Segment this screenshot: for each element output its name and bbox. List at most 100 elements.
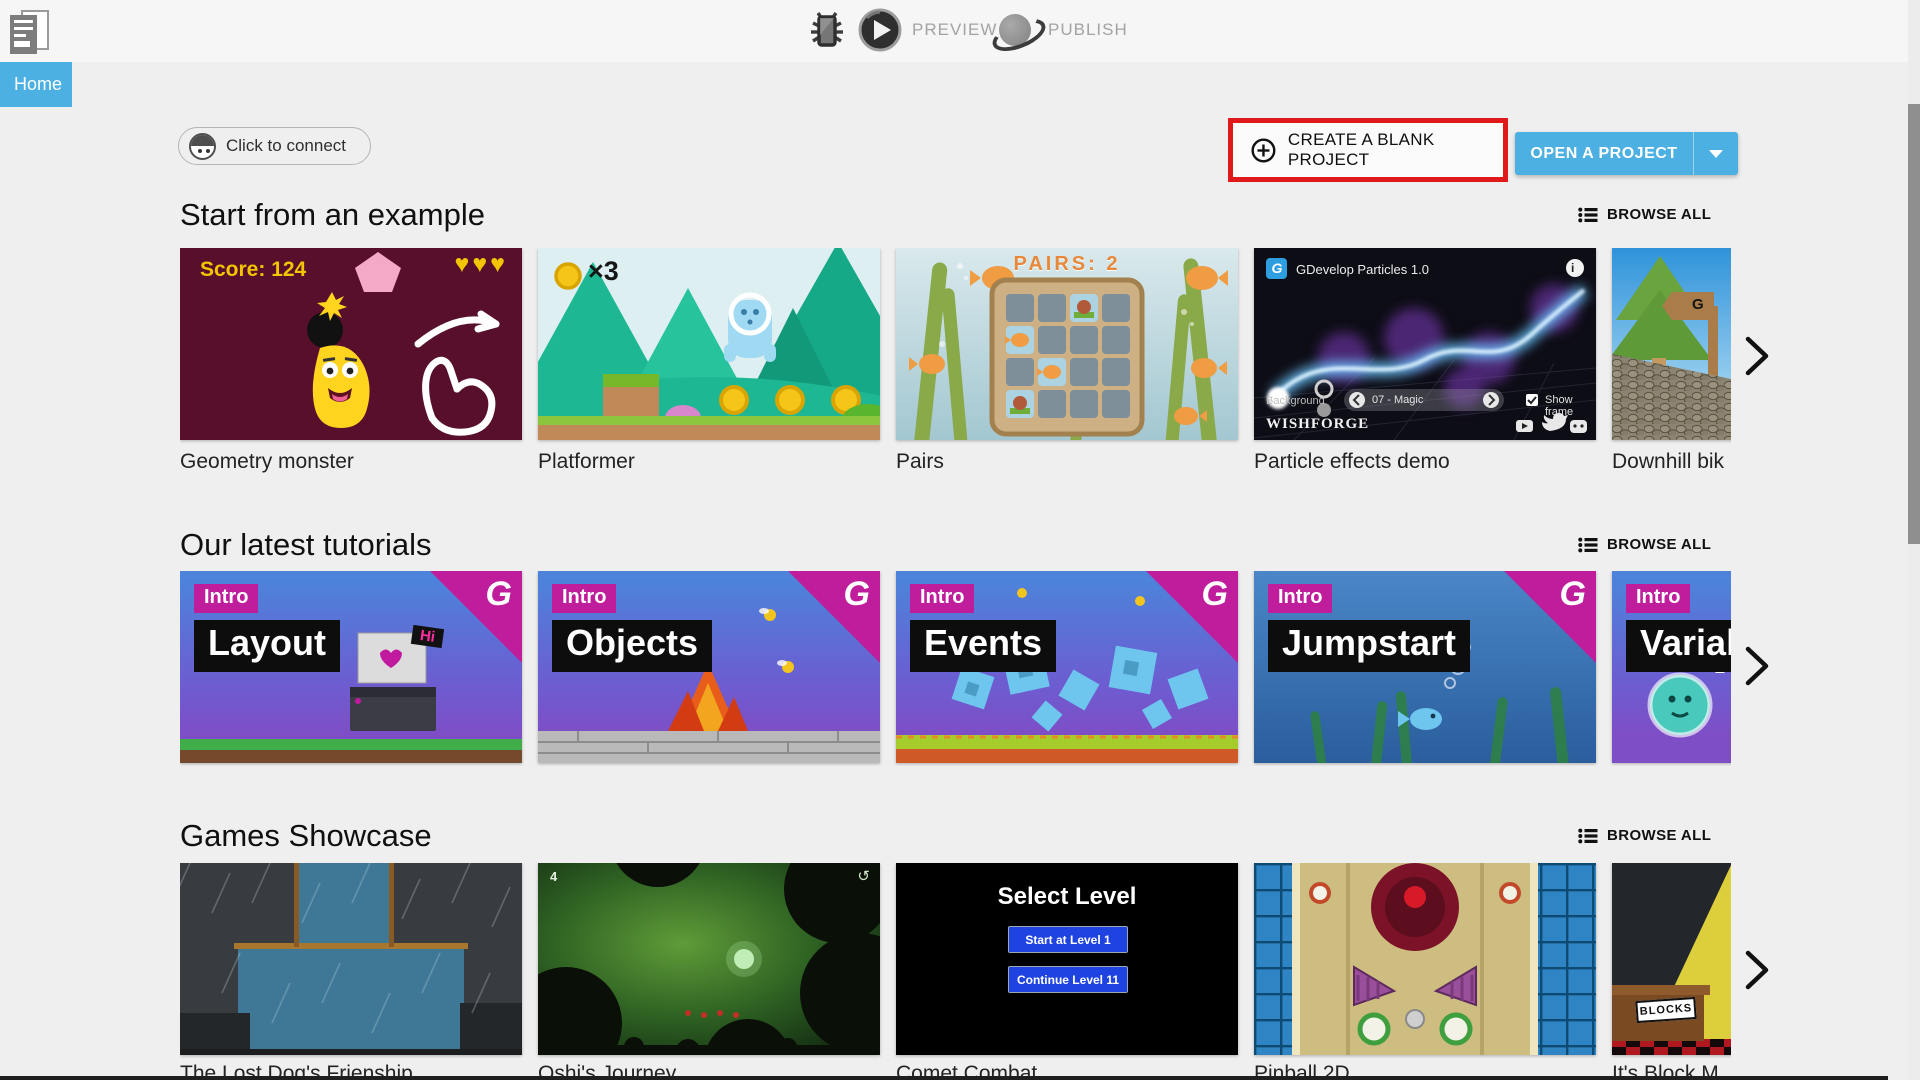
showcase-card-blocks[interactable]: BLOCKS — [1612, 863, 1731, 1055]
wishforge-brand: WISHFORGE — [1266, 416, 1370, 432]
debugger-button[interactable] — [806, 10, 848, 57]
start-level-button: Start at Level 1 — [1008, 926, 1128, 953]
score-text: Score: 124 — [200, 258, 307, 281]
gdevelop-logo: G — [485, 575, 512, 613]
browse-all-showcase[interactable]: BROWSE ALL — [1578, 827, 1711, 844]
play-icon — [858, 8, 902, 52]
list-icon — [1578, 537, 1598, 552]
coin-counter-text: ×3 — [588, 256, 619, 286]
showcase-card-oshi[interactable]: 4 ↺ — [538, 863, 880, 1055]
oshi-counter: 4 — [550, 869, 558, 884]
preview-button[interactable]: PREVIEW — [858, 8, 997, 52]
tutorial-card-jumpstart[interactable]: G Intro Jumpstart — [1254, 571, 1596, 763]
open-project-label: OPEN A PROJECT — [1530, 144, 1678, 162]
particles-title: GDevelop Particles 1.0 — [1296, 262, 1429, 277]
card-label: Pairs — [896, 450, 944, 473]
downhill-art — [1612, 248, 1731, 440]
tutorial-title: Variab — [1626, 620, 1731, 672]
section-title-examples: Start from an example — [180, 197, 485, 232]
avatar-icon — [189, 132, 216, 160]
scrollbar-track[interactable] — [1908, 0, 1920, 1080]
sign-letter: G — [1692, 296, 1704, 313]
card-label: Particle effects demo — [1254, 450, 1450, 473]
effect-selector-label: 07 - Magic — [1372, 394, 1424, 406]
publish-button[interactable]: PUBLISH — [988, 8, 1128, 58]
section-title-showcase: Games Showcase — [180, 818, 432, 853]
carousel-next-examples[interactable] — [1744, 336, 1770, 381]
scrollbar-thumb[interactable] — [1908, 104, 1920, 544]
tutorial-card-variables[interactable]: +1 G Intro Variab — [1612, 571, 1731, 763]
chevron-right-icon — [1745, 950, 1769, 990]
tutorial-badge: Intro — [194, 584, 259, 613]
example-card-platformer[interactable]: ×3 — [538, 248, 880, 440]
restart-icon: ↺ — [857, 868, 870, 885]
oshi-art — [538, 863, 880, 1055]
show-frame-label: Show frame — [1545, 394, 1574, 418]
select-level-title: Select Level — [997, 883, 1137, 910]
pairs-score-text: PAIRS: 2 — [1013, 253, 1121, 275]
project-manager-button[interactable] — [8, 8, 52, 54]
hearts-icons: ♥♥♥ — [454, 250, 508, 278]
open-project-button[interactable]: OPEN A PROJECT — [1515, 132, 1738, 175]
tab-home[interactable]: Home — [0, 62, 72, 107]
connect-label: Click to connect — [226, 136, 346, 155]
tutorial-title: Jumpstart — [1268, 620, 1471, 672]
create-blank-project-button[interactable]: CREATE A BLANK PROJECT — [1233, 123, 1503, 177]
tutorial-badge: Intro — [910, 584, 975, 613]
tutorials-carousel: Hi G Intro Layout G Intro Objects G Intr… — [180, 571, 1731, 766]
chevron-right-icon — [1745, 646, 1769, 686]
card-label: Geometry monster — [180, 450, 354, 473]
showcase-card-comet-combat[interactable]: Select Level Start at Level 1 Continue L… — [896, 863, 1238, 1055]
planet-icon — [988, 8, 1050, 58]
tutorial-title: Events — [910, 620, 1057, 672]
preview-label: PREVIEW — [912, 20, 998, 39]
pairs-art — [896, 248, 1238, 440]
carousel-next-showcase[interactable] — [1744, 950, 1770, 995]
blocks-art — [1612, 863, 1731, 1055]
gdevelop-logo: G — [843, 575, 870, 613]
example-card-pairs[interactable]: PAIRS: 2 — [896, 248, 1238, 440]
blocks-sign: BLOCKS — [1635, 996, 1697, 1024]
gdevelop-logo: G — [1201, 575, 1228, 613]
browse-all-tutorials[interactable]: BROWSE ALL — [1578, 536, 1711, 553]
connect-button[interactable]: Click to connect — [178, 127, 371, 165]
section-title-tutorials: Our latest tutorials — [180, 527, 432, 562]
top-toolbar: PREVIEW PUBLISH — [0, 0, 1920, 62]
annotation-highlight-red: CREATE A BLANK PROJECT — [1228, 118, 1508, 182]
example-card-particle-effects[interactable]: G GDevelop Particles 1.0 i Background 07… — [1254, 248, 1596, 440]
example-card-geometry-monster[interactable]: Score: 124 ♥♥♥ — [180, 248, 522, 440]
examples-carousel: Score: 124 ♥♥♥ ×3 PAIRS: 2 G GDevelop Pa… — [180, 248, 1731, 488]
list-icon — [1578, 828, 1598, 843]
browse-all-examples[interactable]: BROWSE ALL — [1578, 206, 1711, 223]
plus-circle-icon — [1251, 138, 1276, 162]
create-blank-project-label: CREATE A BLANK PROJECT — [1287, 130, 1435, 169]
showcase-card-pinball[interactable] — [1254, 863, 1596, 1055]
background-label: Background — [1266, 395, 1325, 407]
tutorial-badge: Intro — [1268, 584, 1333, 613]
open-project-dropdown[interactable] — [1694, 132, 1738, 175]
tutorial-badge: Intro — [552, 584, 617, 613]
tutorial-card-objects[interactable]: G Intro Objects — [538, 571, 880, 763]
showcase-carousel: 4 ↺ Select Level Start at Level 1 Contin… — [180, 863, 1731, 1080]
gdevelop-logo: G — [1559, 575, 1586, 613]
tutorial-title: Objects — [552, 620, 713, 672]
card-label: Platformer — [538, 450, 635, 473]
bug-icon — [811, 12, 843, 47]
continue-level-button: Continue Level 11 — [1008, 966, 1128, 993]
chevron-down-icon — [1709, 149, 1723, 158]
card-label: Downhill bik — [1612, 450, 1725, 473]
horizontal-scrollbar-edge[interactable] — [0, 1076, 1888, 1080]
tutorial-title: Layout — [194, 620, 341, 672]
gdevelop-logo-small: G — [1271, 260, 1283, 276]
gdevelop-window: PREVIEW PUBLISH Home Click to connect CR… — [0, 0, 1920, 1080]
list-icon — [1578, 207, 1598, 222]
carousel-next-tutorials[interactable] — [1744, 646, 1770, 691]
example-card-downhill-bike[interactable]: G — [1612, 248, 1731, 440]
pinball-art — [1254, 863, 1596, 1055]
tutorial-card-layout[interactable]: Hi G Intro Layout — [180, 571, 522, 763]
chevron-right-icon — [1745, 336, 1769, 376]
showcase-card-lost-dog[interactable] — [180, 863, 522, 1055]
lost-dog-art — [180, 863, 522, 1055]
tab-home-label: Home — [14, 74, 63, 94]
tutorial-card-events[interactable]: G Intro Events — [896, 571, 1238, 763]
